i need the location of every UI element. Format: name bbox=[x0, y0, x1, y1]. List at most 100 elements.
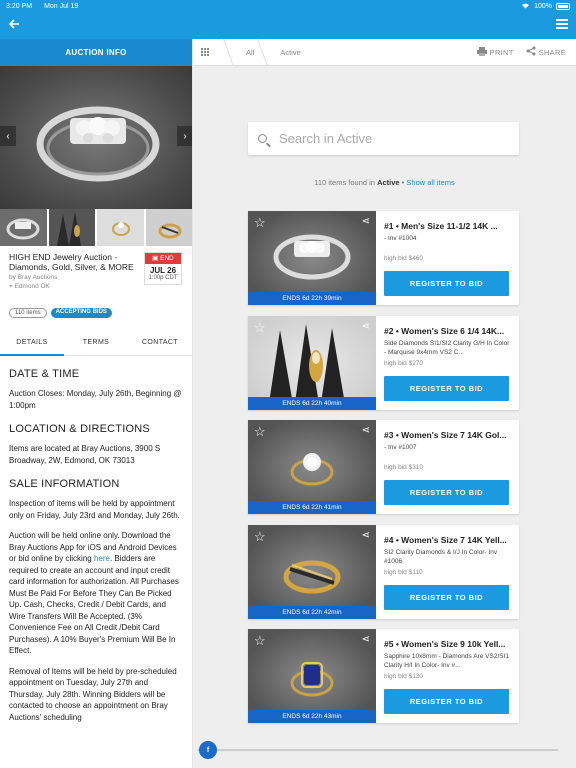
search-placeholder: Search in Active bbox=[279, 131, 373, 146]
lot-card[interactable]: ☆ ⋖ ENDS 6d 22h 41min #3 • Women's Size … bbox=[248, 420, 519, 514]
breadcrumb-all[interactable]: All bbox=[246, 48, 254, 57]
sale-info-inspection: Inspection of items will be held by appo… bbox=[9, 499, 180, 520]
print-label: PRINT bbox=[489, 47, 514, 57]
thumbnail-strip bbox=[0, 209, 192, 246]
lot-info: #2 • Women's Size 6 1/4 14K... Side Diam… bbox=[384, 326, 512, 367]
register-to-bid-button[interactable]: REGISTER TO BID bbox=[384, 585, 509, 610]
thumbnail-2[interactable] bbox=[48, 209, 95, 246]
auction-badges: 110 items ACCEPTING BIDS bbox=[9, 308, 112, 318]
date-time-heading: DATE & TIME bbox=[9, 368, 80, 380]
favorite-star-icon[interactable]: ☆ bbox=[254, 633, 266, 649]
sale-info-online: Auction will be held online only. Downlo… bbox=[9, 530, 183, 657]
auction-location-text: Edmond OK bbox=[14, 283, 50, 290]
lot-info: #3 • Women's Size 7 14K Gol... - Inv #10… bbox=[384, 430, 512, 471]
lot-info: #5 • Women's Size 9 10k Yell... Sapphire… bbox=[384, 639, 512, 680]
lot-card[interactable]: ☆ ⋖ ENDS 6d 22h 40min #2 • Women's Size … bbox=[248, 316, 519, 410]
lot-ends-timer: ENDS 6d 22h 40min bbox=[248, 397, 376, 410]
app-top-bar bbox=[0, 12, 576, 39]
thumbnail-3[interactable] bbox=[97, 209, 144, 246]
lot-title[interactable]: #4 • Women's Size 7 14K Yell... bbox=[384, 535, 512, 545]
tab-terms[interactable]: TERMS bbox=[64, 330, 128, 355]
lot-title[interactable]: #3 • Women's Size 7 14K Gol... bbox=[384, 430, 512, 440]
hero-image[interactable]: ‹ › bbox=[0, 66, 192, 209]
breadcrumb: All Active bbox=[220, 39, 301, 66]
register-to-bid-button[interactable]: REGISTER TO BID bbox=[384, 480, 509, 505]
thumbnail-4[interactable] bbox=[145, 209, 192, 246]
sale-info-heading: SALE INFORMATION bbox=[9, 478, 120, 490]
results-filter: Active bbox=[377, 178, 400, 187]
lot-info: #1 • Men's Size 11-1/2 14K ... - Inv #10… bbox=[384, 221, 512, 262]
end-date-box: ▣ END JUL 26 1:00p CDT bbox=[144, 252, 182, 285]
share-icon[interactable]: ⋖ bbox=[362, 321, 370, 332]
share-icon[interactable]: ⋖ bbox=[362, 530, 370, 541]
lot-title[interactable]: #5 • Women's Size 9 10k Yell... bbox=[384, 639, 512, 649]
search-icon bbox=[258, 134, 267, 143]
share-icon[interactable]: ⋖ bbox=[362, 634, 370, 645]
favorite-star-icon[interactable]: ☆ bbox=[254, 424, 266, 440]
results-summary: 110 items found in Active • Show all ite… bbox=[314, 178, 455, 187]
lot-card[interactable]: ☆ ⋖ ENDS 6d 22h 42min #4 • Women's Size … bbox=[248, 525, 519, 619]
wifi-icon bbox=[521, 2, 530, 11]
location-pin-icon: ⌖ bbox=[9, 283, 13, 290]
next-image-arrow-icon[interactable]: › bbox=[177, 126, 192, 146]
breadcrumb-active[interactable]: Active bbox=[280, 48, 300, 57]
favorite-star-icon[interactable]: ☆ bbox=[254, 215, 266, 231]
sale-info-removal: Removal of Items will be held by pre-sch… bbox=[9, 666, 177, 722]
auction-info-panel: AUCTION INFO ‹ › HIGH END Jewelry Auctio… bbox=[0, 39, 193, 768]
lot-high-bid: high bid $270 bbox=[384, 360, 424, 367]
location-heading: LOCATION & DIRECTIONS bbox=[9, 423, 150, 435]
print-button[interactable]: PRINT bbox=[476, 46, 514, 58]
lot-image[interactable]: ☆ ⋖ ENDS 6d 22h 42min bbox=[248, 525, 376, 619]
panel-header: AUCTION INFO bbox=[0, 39, 192, 66]
lot-high-bid: high bid $130 bbox=[384, 673, 424, 680]
battery-percent: 100% bbox=[534, 2, 552, 10]
grid-view-icon[interactable] bbox=[201, 47, 210, 57]
hamburger-menu-icon[interactable] bbox=[556, 19, 568, 29]
end-time: 1:00p CDT bbox=[148, 275, 178, 281]
register-to-bid-button[interactable]: REGISTER TO BID bbox=[384, 689, 509, 714]
share-button[interactable]: SHARE bbox=[526, 46, 566, 58]
end-date: JUL 26 bbox=[149, 266, 177, 275]
auction-summary: HIGH END Jewelry Auction - Diamonds, Gol… bbox=[0, 246, 192, 318]
scroll-slider-track[interactable] bbox=[198, 749, 558, 751]
lot-high-bid: high bid $460 bbox=[384, 255, 424, 262]
lot-ends-timer: ENDS 6d 22h 43min bbox=[248, 710, 376, 723]
tab-details[interactable]: DETAILS bbox=[0, 330, 64, 356]
end-label-text: END bbox=[160, 255, 174, 262]
prev-image-arrow-icon[interactable]: ‹ bbox=[0, 126, 16, 146]
lot-title[interactable]: #1 • Men's Size 11-1/2 14K ... bbox=[384, 221, 512, 231]
lot-image[interactable]: ☆ ⋖ ENDS 6d 22h 41min bbox=[248, 420, 376, 514]
share-icon bbox=[526, 46, 536, 58]
lot-high-bid: high bid $110 bbox=[384, 569, 423, 576]
lot-image[interactable]: ☆ ⋖ ENDS 6d 22h 39min bbox=[248, 211, 376, 305]
search-input[interactable]: Search in Active bbox=[248, 122, 519, 155]
status-date: Mon Jul 19 bbox=[44, 2, 79, 10]
status-badge: ACCEPTING BIDS bbox=[50, 308, 112, 318]
ring-photo bbox=[36, 106, 160, 182]
share-icon[interactable]: ⋖ bbox=[362, 216, 370, 227]
share-icon[interactable]: ⋖ bbox=[362, 425, 370, 436]
back-arrow-icon[interactable] bbox=[8, 17, 20, 33]
lot-card[interactable]: ☆ ⋖ ENDS 6d 22h 43min #5 • Women's Size … bbox=[248, 629, 519, 723]
thumbnail-1[interactable] bbox=[0, 209, 47, 246]
favorite-star-icon[interactable]: ☆ bbox=[254, 529, 266, 545]
register-to-bid-button[interactable]: REGISTER TO BID bbox=[384, 271, 509, 296]
lot-description: - Inv #1004 bbox=[384, 235, 417, 242]
location-text: Items are located at Bray Auctions, 3900… bbox=[9, 444, 161, 465]
lot-image[interactable]: ☆ ⋖ ENDS 6d 22h 40min bbox=[248, 316, 376, 410]
bid-online-link[interactable]: here bbox=[94, 554, 110, 563]
share-label: SHARE bbox=[538, 47, 566, 57]
tab-contact[interactable]: CONTACT bbox=[128, 330, 192, 355]
end-label: ▣ END bbox=[145, 253, 181, 264]
auction-title: HIGH END Jewelry Auction - Diamonds, Gol… bbox=[9, 252, 134, 272]
show-all-items-link[interactable]: Show all items bbox=[406, 178, 454, 187]
lot-image[interactable]: ☆ ⋖ ENDS 6d 22h 43min bbox=[248, 629, 376, 723]
lot-title[interactable]: #2 • Women's Size 6 1/4 14K... bbox=[384, 326, 512, 336]
favorite-star-icon[interactable]: ☆ bbox=[254, 320, 266, 336]
scroll-slider-thumb[interactable]: f bbox=[199, 741, 217, 759]
date-time-text: Auction Closes: Monday, July 26th, Begin… bbox=[9, 389, 182, 410]
lot-card[interactable]: ☆ ⋖ ENDS 6d 22h 39min #1 • Men's Size 11… bbox=[248, 211, 519, 305]
register-to-bid-button[interactable]: REGISTER TO BID bbox=[384, 376, 509, 401]
lot-description: - Inv #1007 bbox=[384, 444, 417, 451]
lot-description: Side Diamonds SI1/SI2 Clarity G/H In Col… bbox=[384, 340, 510, 356]
